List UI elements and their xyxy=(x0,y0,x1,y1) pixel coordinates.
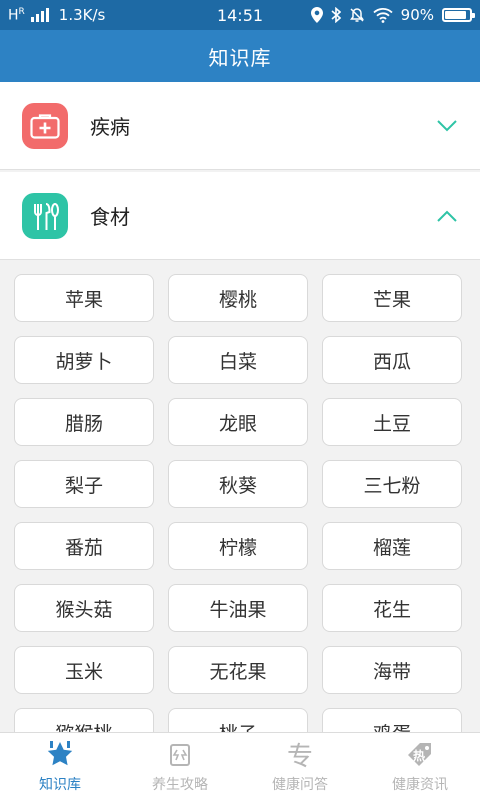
first-aid-kit-icon xyxy=(22,102,68,149)
network-sub-label: R xyxy=(18,6,25,17)
food-tag[interactable]: 樱桃 xyxy=(168,274,308,322)
tab-knowledge[interactable]: 知识库 xyxy=(0,733,120,800)
tab-label: 健康问答 xyxy=(272,776,328,793)
food-grid-scroll[interactable]: 苹果 樱桃 芒果胡萝卜 白菜 西瓜腊肠 龙眼 土豆梨子 秋葵 三七粉番茄 柠檬 榴莲猴头菇 牛油果 花生… xyxy=(0,262,480,732)
food-tag[interactable]: 胡萝卜 xyxy=(14,336,154,384)
food-tag[interactable]: 腊肠 xyxy=(14,398,154,446)
star-book-icon xyxy=(47,740,73,765)
page-title: 知识库 xyxy=(208,45,272,70)
network-type-label: H xyxy=(8,7,19,24)
tab-news[interactable]: 热 健康资讯 xyxy=(360,733,480,800)
food-tag[interactable]: 桃子 xyxy=(168,708,308,732)
food-tag[interactable]: 梨子 xyxy=(14,460,154,508)
food-tag[interactable]: 无花果 xyxy=(168,646,308,694)
network-type: HR xyxy=(8,7,25,24)
bluetooth-icon xyxy=(331,7,341,23)
food-tag[interactable]: 海带 xyxy=(322,646,462,694)
food-tag[interactable]: 花生 xyxy=(322,584,462,632)
food-tag[interactable]: 猕猴桃 xyxy=(14,708,154,732)
zhuan-icon: 专 xyxy=(286,742,313,772)
category-food[interactable]: 食材 xyxy=(0,172,480,260)
tab-label: 健康资讯 xyxy=(392,776,448,793)
title-bar: 知识库 xyxy=(0,30,480,82)
food-tag[interactable]: 牛油果 xyxy=(168,584,308,632)
food-tag[interactable]: 三七粉 xyxy=(322,460,462,508)
category-disease[interactable]: 疾病 xyxy=(0,82,480,170)
category-label: 疾病 xyxy=(90,115,130,139)
food-tag[interactable]: 猴头菇 xyxy=(14,584,154,632)
food-tag[interactable]: 柠檬 xyxy=(168,522,308,570)
status-bar: HR 1.3K/s 14:51 90% xyxy=(0,0,480,30)
food-tag[interactable]: 土豆 xyxy=(322,398,462,446)
mute-icon xyxy=(349,8,364,22)
status-left: HR 1.3K/s xyxy=(8,6,311,24)
fork-knife-icon xyxy=(22,192,68,239)
tab-strategy[interactable]: 养生攻略 xyxy=(120,733,240,800)
food-tag[interactable]: 芒果 xyxy=(322,274,462,322)
tab-label: 知识库 xyxy=(39,776,81,793)
signal-icon xyxy=(30,8,49,22)
food-tag[interactable]: 龙眼 xyxy=(168,398,308,446)
status-right: 90% xyxy=(310,6,475,24)
strategy-icon xyxy=(170,743,190,766)
food-tag[interactable]: 玉米 xyxy=(14,646,154,694)
wifi-icon xyxy=(373,8,393,23)
food-tag[interactable]: 西瓜 xyxy=(322,336,462,384)
location-icon xyxy=(310,7,323,23)
tab-label: 养生攻略 xyxy=(152,776,208,793)
food-tag[interactable]: 鸡蛋 xyxy=(322,708,462,732)
bottom-tab-bar: 知识库 养生攻略 专 健康问答 热 健康资讯 xyxy=(0,732,480,800)
category-label: 食材 xyxy=(90,205,130,229)
chevron-up-icon[interactable] xyxy=(436,209,458,223)
network-speed: 1.3K/s xyxy=(58,6,106,24)
battery-icon xyxy=(442,8,475,22)
food-grid: 苹果 樱桃 芒果胡萝卜 白菜 西瓜腊肠 龙眼 土豆梨子 秋葵 三七粉番茄 柠檬 榴莲猴头菇 牛油果 花生… xyxy=(14,274,462,732)
battery-percent: 90% xyxy=(400,6,434,24)
hot-glyph: 热 xyxy=(413,748,426,763)
tab-qa[interactable]: 专 健康问答 xyxy=(240,733,360,800)
chevron-down-icon[interactable] xyxy=(436,119,458,133)
food-tag[interactable]: 白菜 xyxy=(168,336,308,384)
food-tag[interactable]: 秋葵 xyxy=(168,460,308,508)
food-tag[interactable]: 榴莲 xyxy=(322,522,462,570)
food-tag[interactable]: 番茄 xyxy=(14,522,154,570)
food-tag[interactable]: 苹果 xyxy=(14,274,154,322)
